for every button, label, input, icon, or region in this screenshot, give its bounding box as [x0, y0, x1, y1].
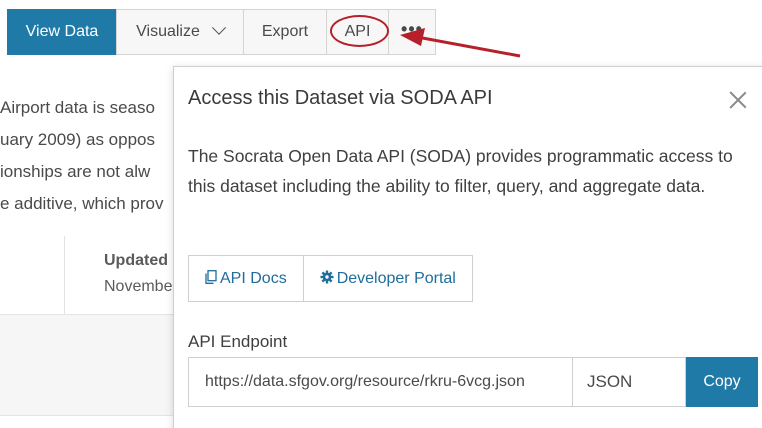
api-links: API Docs Developer Portal: [188, 255, 473, 302]
visualize-label: Visualize: [136, 23, 200, 40]
endpoint-label: API Endpoint: [188, 332, 288, 351]
arrow-annotation: [400, 28, 521, 58]
background-line: uary 2009) as oppos: [0, 130, 155, 149]
background-band: [0, 314, 180, 416]
format-select[interactable]: JSON: [573, 357, 686, 407]
api-docs-button[interactable]: API Docs: [188, 255, 304, 302]
export-label: Export: [261, 23, 309, 40]
document-icon: [205, 269, 217, 288]
endpoint-url-field[interactable]: https://data.sfgov.org/resource/rkru-6vc…: [188, 357, 573, 407]
endpoint-row: https://data.sfgov.org/resource/rkru-6vc…: [188, 357, 758, 407]
background-text: Airport data is seaso uary 2009) as oppo…: [0, 92, 163, 220]
visualize-button[interactable]: Visualize: [116, 9, 244, 55]
view-data-label: View Data: [25, 23, 99, 40]
export-button[interactable]: Export: [243, 9, 327, 55]
copy-label: Copy: [703, 373, 741, 390]
copy-button[interactable]: Copy: [686, 357, 758, 407]
soda-api-modal: Access this Dataset via SODA API The Soc…: [173, 66, 762, 428]
view-data-button[interactable]: View Data: [7, 9, 117, 55]
background-line: e additive, which prov: [0, 194, 164, 213]
updated-value: Novembe: [104, 278, 173, 295]
developer-portal-button[interactable]: Developer Portal: [302, 255, 473, 302]
close-icon[interactable]: [727, 89, 749, 111]
background-line: ionships are not alw: [0, 162, 151, 181]
gear-icon: [320, 270, 334, 288]
api-docs-label: API Docs: [220, 269, 287, 287]
updated-label: Updated: [104, 252, 168, 269]
modal-title: Access this Dataset via SODA API: [188, 87, 493, 109]
chevron-down-icon: [211, 20, 226, 35]
api-highlight-circle: [330, 15, 389, 47]
background-line: Airport data is seaso: [0, 98, 155, 117]
page: View Data Visualize Export API ••• Airpo…: [0, 0, 762, 428]
modal-description: The Socrata Open Data API (SODA) provide…: [188, 146, 733, 196]
developer-portal-label: Developer Portal: [336, 269, 456, 287]
divider: [64, 236, 65, 314]
